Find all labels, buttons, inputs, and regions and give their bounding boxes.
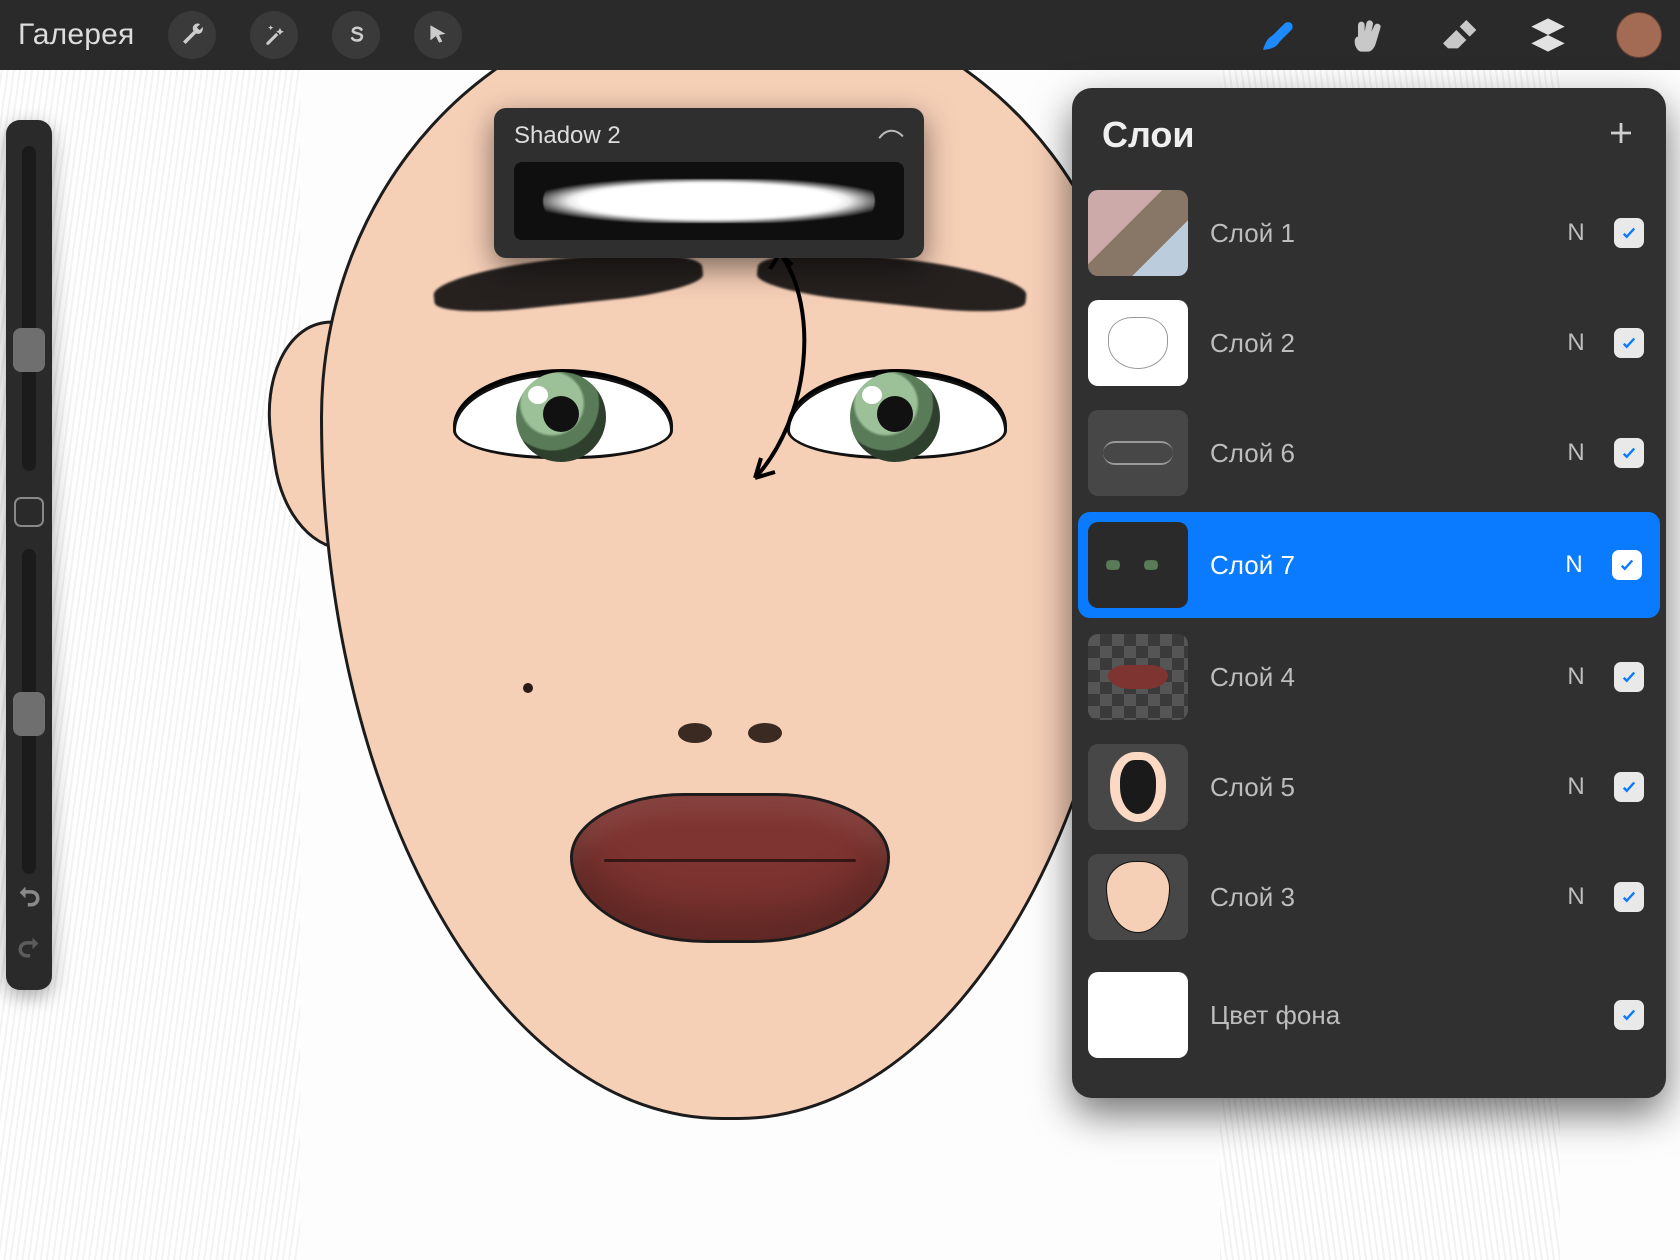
- layer-visibility-checkbox[interactable]: [1614, 218, 1644, 248]
- plus-icon: [1606, 118, 1636, 148]
- layer-name-label: Цвет фона: [1210, 1000, 1538, 1031]
- check-icon: [1620, 1006, 1638, 1024]
- brush-tool[interactable]: [1256, 13, 1300, 57]
- brush-size-knob[interactable]: [13, 328, 45, 372]
- magic-wand-icon: [261, 22, 287, 48]
- modify-button[interactable]: [14, 497, 44, 527]
- undo-icon: [15, 882, 43, 910]
- check-icon: [1620, 668, 1638, 686]
- layer-blend-mode[interactable]: N: [1560, 883, 1592, 911]
- eraser-icon: [1438, 15, 1478, 55]
- brush-size-slider[interactable]: [22, 146, 36, 471]
- layer-thumbnail: [1088, 522, 1188, 608]
- layer-blend-mode[interactable]: N: [1560, 329, 1592, 357]
- layer-blend-mode[interactable]: N: [1560, 439, 1592, 467]
- layer-name-label: Слой 6: [1210, 438, 1538, 469]
- layer-visibility-checkbox[interactable]: [1614, 882, 1644, 912]
- check-icon: [1618, 556, 1636, 574]
- layer-name-label: Слой 1: [1210, 218, 1538, 249]
- brush-name-label: Shadow 2: [514, 122, 621, 150]
- selection-s-icon: [343, 22, 369, 48]
- layers-icon: [1528, 15, 1568, 55]
- brush-preview-popover[interactable]: Shadow 2: [494, 108, 924, 258]
- layer-thumbnail: [1088, 634, 1188, 720]
- layers-panel-title: Слои: [1102, 114, 1195, 156]
- layers-button[interactable]: [1526, 13, 1570, 57]
- layer-row[interactable]: Слой 3 N: [1072, 842, 1666, 952]
- layer-visibility-checkbox[interactable]: [1614, 328, 1644, 358]
- left-sidebar: [6, 120, 52, 990]
- layer-name-label: Слой 2: [1210, 328, 1538, 359]
- paintbrush-icon: [1258, 15, 1298, 55]
- layer-thumbnail: [1088, 854, 1188, 940]
- layer-blend-mode[interactable]: N: [1558, 551, 1590, 579]
- layer-visibility-checkbox[interactable]: [1614, 438, 1644, 468]
- smudge-tool[interactable]: [1346, 13, 1390, 57]
- layer-name-label: Слой 4: [1210, 662, 1538, 693]
- layer-thumbnail: [1088, 410, 1188, 496]
- brush-opacity-slider[interactable]: [22, 549, 36, 874]
- layer-thumbnail: [1088, 190, 1188, 276]
- wrench-icon: [179, 22, 205, 48]
- brush-stroke-preview: [514, 162, 904, 240]
- layer-row[interactable]: Слой 7 N: [1078, 512, 1660, 618]
- selection-button[interactable]: [332, 11, 380, 59]
- brush-stroke-icon: [878, 126, 904, 147]
- layer-blend-mode[interactable]: N: [1560, 219, 1592, 247]
- brush-opacity-knob[interactable]: [13, 692, 45, 736]
- layer-blend-mode[interactable]: N: [1560, 663, 1592, 691]
- redo-button[interactable]: [15, 933, 43, 966]
- layer-name-label: Слой 7: [1210, 550, 1536, 581]
- top-toolbar: Галерея: [0, 0, 1680, 70]
- layer-name-label: Слой 5: [1210, 772, 1538, 803]
- adjustments-button[interactable]: [250, 11, 298, 59]
- layer-row[interactable]: Слой 6 N: [1072, 398, 1666, 508]
- layer-row[interactable]: Слой 2 N: [1072, 288, 1666, 398]
- layer-visibility-checkbox[interactable]: [1612, 550, 1642, 580]
- layer-visibility-checkbox[interactable]: [1614, 1000, 1644, 1030]
- layer-visibility-checkbox[interactable]: [1614, 772, 1644, 802]
- undo-button[interactable]: [15, 882, 43, 915]
- gallery-link[interactable]: Галерея: [18, 18, 134, 52]
- layer-row[interactable]: Слой 4 N: [1072, 622, 1666, 732]
- layer-thumbnail: [1088, 972, 1188, 1058]
- smudge-hand-icon: [1348, 15, 1388, 55]
- layers-panel: Слои Слой 1 N Слой 2 N Слой 6 N Слой 7 N: [1072, 88, 1666, 1098]
- background-layer-row[interactable]: Цвет фона: [1072, 960, 1666, 1070]
- layer-row[interactable]: Слой 5 N: [1072, 732, 1666, 842]
- check-icon: [1620, 888, 1638, 906]
- layer-thumbnail: [1088, 744, 1188, 830]
- layer-thumbnail: [1088, 300, 1188, 386]
- check-icon: [1620, 778, 1638, 796]
- actions-button[interactable]: [168, 11, 216, 59]
- eraser-tool[interactable]: [1436, 13, 1480, 57]
- redo-icon: [15, 933, 43, 961]
- check-icon: [1620, 444, 1638, 462]
- layer-name-label: Слой 3: [1210, 882, 1538, 913]
- layer-visibility-checkbox[interactable]: [1614, 662, 1644, 692]
- layer-blend-mode[interactable]: N: [1560, 773, 1592, 801]
- color-swatch[interactable]: [1616, 12, 1662, 58]
- check-icon: [1620, 224, 1638, 242]
- cursor-arrow-icon: [425, 22, 451, 48]
- check-icon: [1620, 334, 1638, 352]
- transform-button[interactable]: [414, 11, 462, 59]
- layer-row[interactable]: Слой 1 N: [1072, 178, 1666, 288]
- add-layer-button[interactable]: [1606, 118, 1636, 153]
